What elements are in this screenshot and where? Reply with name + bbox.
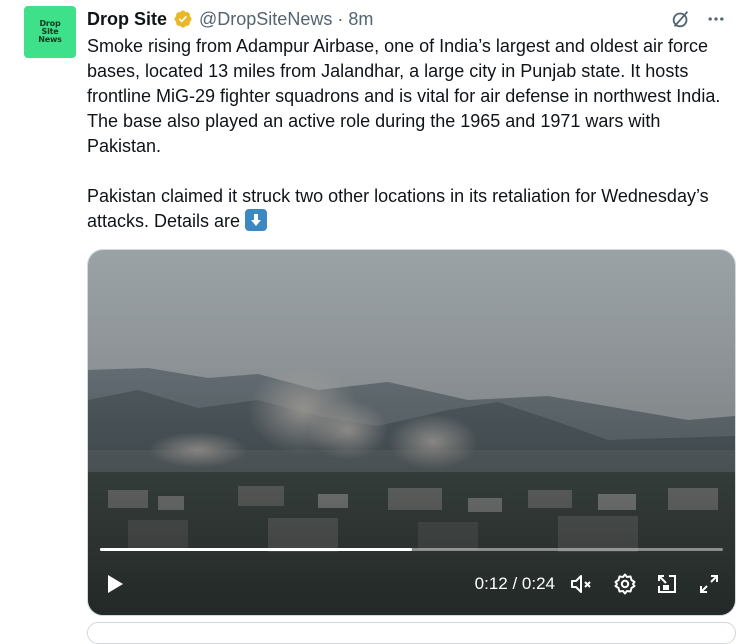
avatar-line-3: News <box>38 35 62 44</box>
grok-icon[interactable] <box>670 8 692 30</box>
avatar[interactable]: Drop Site News <box>24 6 76 58</box>
more-options-icon[interactable] <box>706 9 726 29</box>
video-player[interactable]: 0:12 / 0:24 <box>87 249 736 616</box>
down-arrow-emoji-icon <box>245 209 268 231</box>
tweet-paragraph-2-text: Pakistan claimed it struck two other loc… <box>87 186 709 231</box>
time-readout: 0:12 / 0:24 <box>474 574 555 593</box>
mute-icon[interactable] <box>569 572 595 596</box>
separator-dot: · <box>337 8 344 29</box>
next-card <box>87 622 736 644</box>
video-controls: 0:12 / 0:24 <box>88 553 735 615</box>
header-actions <box>670 8 726 30</box>
tweet-header: Drop Site @DropSiteNews · 8m <box>87 8 726 30</box>
progress-bar[interactable] <box>100 548 723 551</box>
play-icon[interactable] <box>102 572 126 596</box>
fullscreen-icon[interactable] <box>697 572 721 596</box>
verified-badge-icon[interactable] <box>173 9 193 29</box>
pip-icon[interactable] <box>655 572 679 596</box>
tweet-paragraph-2: Pakistan claimed it struck two other loc… <box>87 184 727 234</box>
tweet-text: Smoke rising from Adampur Airbase, one o… <box>87 34 727 234</box>
settings-icon[interactable] <box>613 572 637 596</box>
progress-bar-fill <box>100 548 412 551</box>
right-controls <box>569 572 721 596</box>
handle[interactable]: @DropSiteNews <box>199 9 332 30</box>
timestamp[interactable]: 8m <box>348 9 373 30</box>
tweet-paragraph-1: Smoke rising from Adampur Airbase, one o… <box>87 36 721 156</box>
display-name[interactable]: Drop Site <box>87 9 167 30</box>
